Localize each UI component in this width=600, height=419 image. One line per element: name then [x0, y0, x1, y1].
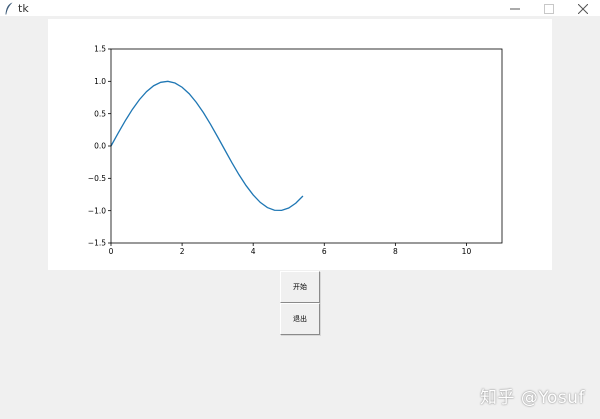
maximize-button[interactable]: [532, 0, 566, 17]
minimize-button[interactable]: [498, 0, 532, 17]
window-title: tk: [18, 2, 29, 15]
feather-icon: [5, 2, 13, 15]
start-button[interactable]: 开始: [280, 271, 320, 303]
y-tick-label: −1.5: [88, 239, 106, 248]
x-tick-label: 2: [180, 247, 185, 256]
x-tick-label: 4: [251, 247, 256, 256]
minimize-icon: [510, 8, 520, 10]
close-button[interactable]: [566, 0, 600, 17]
exit-button[interactable]: 退出: [280, 303, 320, 335]
plot-canvas: 0 2 4 6 8 10 −1.5 −1.0 −0.5 0.0 0.5 1.0 1.5: [48, 19, 552, 270]
x-tick-label: 6: [322, 247, 327, 256]
y-tick-label: −1.0: [88, 206, 106, 215]
x-tick-label: 8: [393, 247, 398, 256]
y-tick-label: 0.5: [94, 109, 106, 118]
sine-chart: 0 2 4 6 8 10 −1.5 −1.0 −0.5 0.0 0.5 1.0 1.5: [88, 45, 503, 256]
y-tick-label: 1.5: [94, 45, 106, 54]
y-tick-label: −0.5: [88, 174, 106, 183]
y-tick-label: 1.0: [94, 77, 106, 86]
series-line-0: [110, 80, 304, 212]
watermark-text: 知乎 @Yosuf: [480, 388, 586, 408]
x-tick-label: 0: [109, 247, 114, 256]
x-tick-label: 10: [462, 247, 472, 256]
axes-frame: [110, 48, 503, 244]
y-tick-label: 0.0: [94, 142, 106, 151]
maximize-icon: [544, 4, 554, 14]
title-bar: tk: [0, 0, 600, 17]
close-icon: [578, 4, 588, 14]
